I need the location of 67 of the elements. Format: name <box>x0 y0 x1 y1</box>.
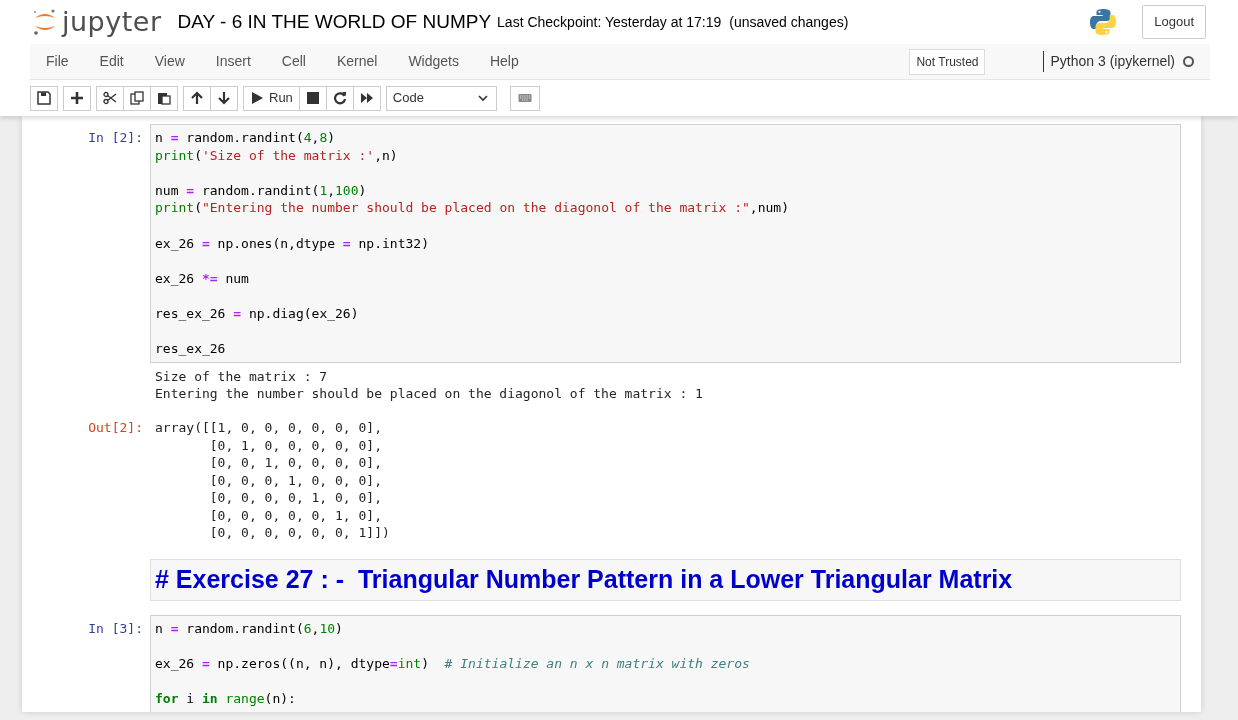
markdown-heading: # Exercise 27 : - Triangular Number Pattern in a Lower Triangular Matrix <box>150 559 1181 601</box>
code-line: for i in range(n): <box>155 689 297 708</box>
output-line: [0, 0, 0, 0, 0, 1, 0], <box>208 506 383 525</box>
cut-button[interactable] <box>96 85 124 111</box>
play-icon <box>250 91 264 105</box>
notebook-title[interactable]: DAY - 6 IN THE WORLD OF NUMPY <box>177 7 492 37</box>
stop-button[interactable] <box>298 85 327 111</box>
fast-forward-icon <box>359 91 374 105</box>
paste-icon <box>157 91 171 105</box>
code-input[interactable]: n = random.randint(6,10) ex_26 = np.zeros((n, n), dtype=int) # Initialize an n x n matrix with zeros for i in range(n): <box>150 614 1181 712</box>
run-button[interactable]: Run <box>243 85 300 111</box>
menu-item[interactable]: Help <box>489 51 519 72</box>
arrow-up-icon <box>190 91 204 105</box>
code-line: res_ex_26 = np.diag(ex_26) <box>155 304 360 323</box>
add-cell-button[interactable] <box>63 85 91 111</box>
code-line: ex_26 = np.zeros((n, n), dtype=int) # Initialize an n x n matrix with zeros <box>155 654 751 673</box>
menu-item[interactable]: Kernel <box>336 51 378 72</box>
restart-button[interactable] <box>325 85 354 111</box>
move-up-button[interactable] <box>183 85 211 111</box>
output-line: [0, 0, 0, 0, 0, 0, 1]]) <box>208 524 390 543</box>
menu-item[interactable]: Cell <box>281 51 306 72</box>
keyboard-icon <box>517 91 532 105</box>
output-line: [0, 0, 0, 1, 0, 0, 0], <box>208 471 383 490</box>
menu-item[interactable]: Widgets <box>408 51 459 72</box>
arrow-down-icon <box>217 91 231 105</box>
output-line: Entering the number should be placed on the diagonol of the matrix : 1 <box>155 385 703 403</box>
code-line: num = random.randint(1,100) <box>155 181 368 200</box>
code-line: res_ex_26 <box>155 340 227 358</box>
input-prompt: In [3]: <box>87 619 144 638</box>
output-line: array([[1, 0, 0, 0, 0, 0, 0], <box>155 418 383 437</box>
input-prompt: In [2]: <box>87 129 144 147</box>
logo-text[interactable]: jupyter <box>62 1 162 43</box>
scissors-icon <box>103 91 117 105</box>
copy-icon <box>130 91 144 105</box>
output-line: [0, 0, 0, 0, 1, 0, 0], <box>208 489 383 507</box>
save-icon <box>37 91 51 105</box>
code-line: n = random.randint(4,8) <box>155 129 337 147</box>
kernel-name[interactable]: Python 3 (ipykernel) <box>1043 51 1175 72</box>
paste-button[interactable] <box>150 85 178 111</box>
restart-icon <box>332 91 347 105</box>
python-icon <box>1088 7 1119 37</box>
menu-item[interactable]: View <box>154 51 185 72</box>
output-line: [0, 1, 0, 0, 0, 0, 0], <box>208 436 383 455</box>
menu-item[interactable]: File <box>46 51 69 72</box>
move-down-button[interactable] <box>210 85 238 111</box>
output-line: [0, 0, 1, 0, 0, 0, 0], <box>208 454 383 472</box>
trust-indicator[interactable]: Not Trusted <box>909 48 986 75</box>
code-input[interactable] <box>150 124 1181 363</box>
code-line: print("Entering the number should be placed on the diagonol of the matrix :",num) <box>155 199 790 217</box>
code-line: ex_26 = np.ones(n,dtype = np.int32) <box>155 234 430 253</box>
save-button[interactable] <box>30 85 58 111</box>
menu-item[interactable]: Insert <box>215 51 251 72</box>
output-prompt: Out[2]: <box>87 418 144 437</box>
checkpoint-text: Last Checkpoint: Yesterday at 17:19 <box>497 12 722 32</box>
copy-button[interactable] <box>123 85 151 111</box>
run-all-button[interactable] <box>352 85 381 111</box>
plus-icon <box>70 91 84 105</box>
stop-icon <box>305 91 320 105</box>
cell-type-dropdown[interactable]: Code <box>385 85 497 111</box>
code-line: n = random.randint(6,10) <box>155 619 344 638</box>
keyboard-button[interactable] <box>509 85 540 111</box>
code-line: print('Size of the matrix :',n) <box>155 146 399 165</box>
menu-item[interactable]: Edit <box>99 51 124 72</box>
logout-button[interactable]: Logout <box>1142 5 1206 39</box>
autosave-status: (unsaved changes) <box>729 12 849 32</box>
code-line: ex_26 *= num <box>155 269 250 288</box>
output-line: Size of the matrix : 7 <box>155 367 329 386</box>
